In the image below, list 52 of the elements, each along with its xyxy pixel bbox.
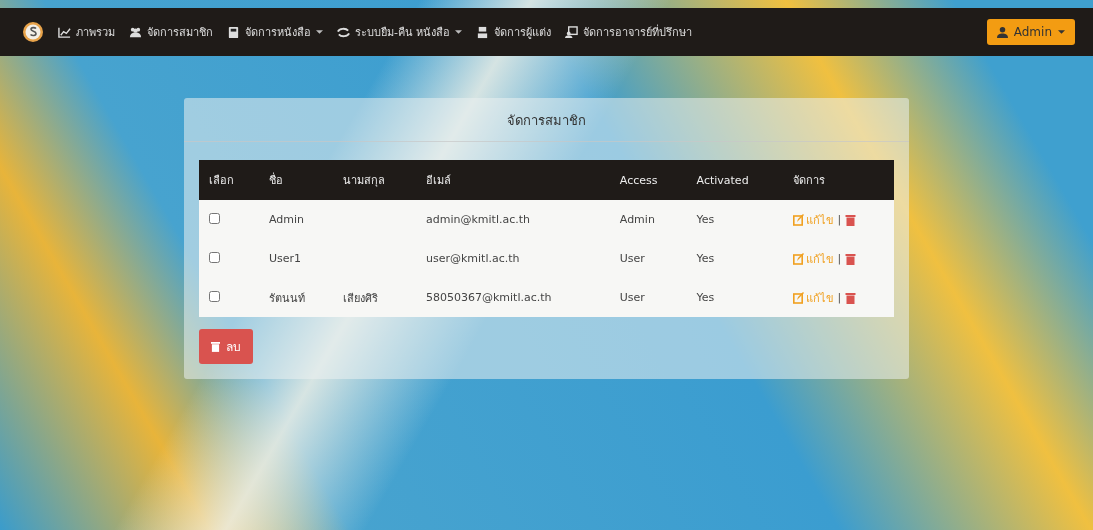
nav-link[interactable]: จัดการอาจารย์ที่ปรึกษา [565,23,693,41]
delete-button[interactable]: ลบ [199,329,253,364]
trash-icon [211,341,220,352]
table-cell: Yes [686,239,783,278]
table-cell: Yes [686,200,783,239]
nav-dropdown[interactable]: จัดการหนังสือ [227,23,323,41]
row-checkbox[interactable] [209,290,220,302]
row-checkbox[interactable] [209,251,220,263]
presentation-icon [565,25,579,39]
column-header: นามสกุล [333,160,416,200]
caret-icon [1058,30,1065,34]
panel-title: จัดการสมาชิก [184,98,909,142]
trash-icon[interactable] [845,252,857,265]
table-cell: User1 [258,239,334,278]
table-cell: รัตนนท์ [258,278,334,317]
logo-icon[interactable] [22,21,44,43]
nav-link[interactable]: จัดการสมาชิก [129,23,213,41]
separator-text: | [837,252,842,265]
separator-text: | [837,291,842,304]
table-cell: User [609,278,687,317]
nav-dropdown[interactable]: ระบบยืม-คืน หนังสือ [337,23,463,41]
column-header: ชื่อ [258,160,334,200]
caret-icon [455,30,463,34]
chart-icon [58,25,71,39]
table-cell: admin@kmitl.ac.th [416,200,610,239]
table-cell: user@kmitl.ac.th [416,239,610,278]
edit-icon [792,213,804,226]
exchange-icon [337,25,350,39]
column-header: จัดการ [782,160,894,200]
users-icon [129,25,142,39]
edit-icon [792,291,804,304]
user-menu-button[interactable]: Admin [986,19,1075,45]
column-header: Access [609,160,687,200]
nav-link[interactable]: จัดการผู้แต่ง [476,23,552,41]
separator-text: | [837,213,842,226]
column-header: เลือก [199,160,259,200]
nav-link[interactable]: ภาพรวม [58,23,115,41]
table-cell: เสียงศิริ [333,278,416,317]
caret-icon [316,30,323,34]
table-cell: Admin [609,200,687,239]
trash-icon[interactable] [845,291,857,304]
row-checkbox[interactable] [209,212,220,224]
table-cell: 58050367@kmitl.ac.th [416,278,610,317]
trash-icon[interactable] [845,213,857,226]
table-cell: Yes [686,278,783,317]
edit-icon [792,252,804,265]
column-header: Activated [686,160,783,200]
book-icon [227,25,240,39]
table-cell: Admin [258,200,334,239]
user-icon [996,26,1008,38]
column-header: อีเมล์ [416,160,610,200]
table-cell: User [609,239,687,278]
